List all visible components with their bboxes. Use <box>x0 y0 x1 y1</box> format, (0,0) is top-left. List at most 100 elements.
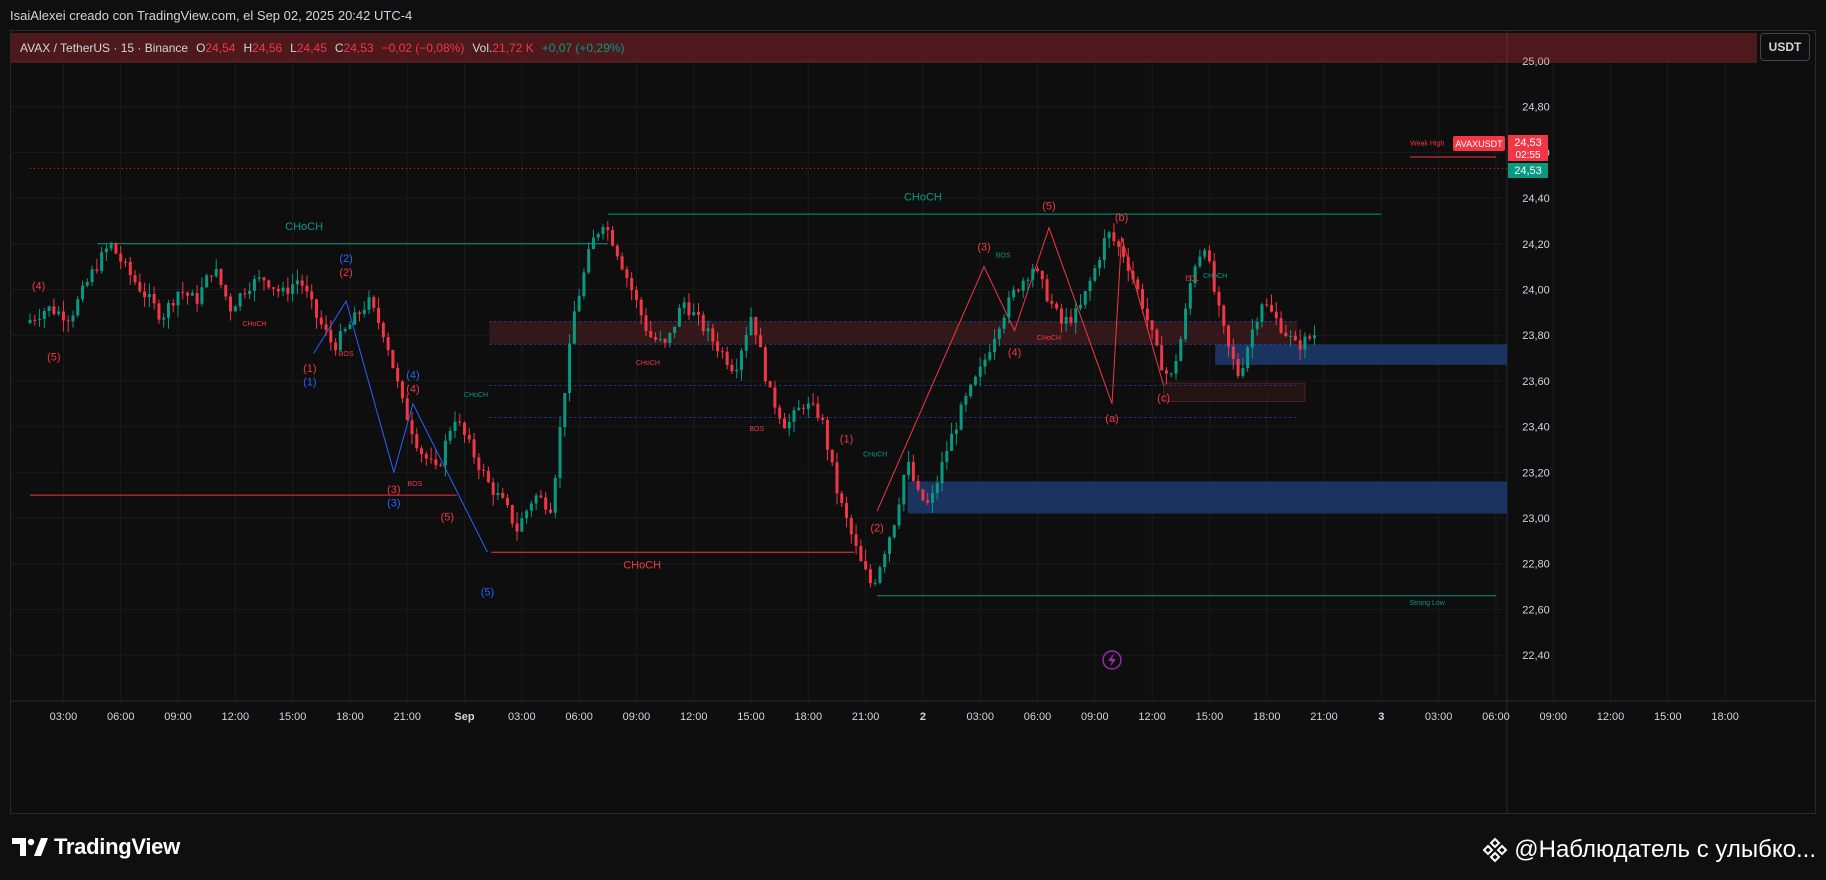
candle-body <box>1250 329 1254 348</box>
time-axis-label: 21:00 <box>1310 711 1338 723</box>
lightning-icon[interactable] <box>1102 650 1122 670</box>
candle-body <box>768 381 772 388</box>
candle-body <box>1069 316 1073 323</box>
candle-body <box>496 492 500 495</box>
candle-body <box>286 287 290 294</box>
candle-body <box>873 582 877 584</box>
supply-zone <box>489 321 1298 345</box>
time-axis-label: 03:00 <box>508 711 536 723</box>
candle-body <box>195 292 199 304</box>
chart-annotation: CHoCH <box>242 321 266 328</box>
candle-body <box>467 434 471 440</box>
chart-annotation: (a) <box>1105 413 1118 425</box>
candle-body <box>219 268 223 286</box>
tradingview-logo[interactable]: TradingView <box>12 834 180 860</box>
candle-body <box>835 462 839 494</box>
candle-body <box>701 314 705 332</box>
time-axis-label: 15:00 <box>737 711 765 723</box>
bid-price-value: 24,53 <box>1514 165 1542 177</box>
time-axis-label: 09:00 <box>1539 711 1567 723</box>
time-axis-label: 12:00 <box>1597 711 1625 723</box>
candlestick-chart[interactable]: (4)(5)CHoCH(2)(2)CHoCHBOS(1)(1)(4)(4)CHo… <box>10 30 1816 814</box>
chart-annotation: CHoCH <box>636 360 660 367</box>
time-axis-label: 18:00 <box>795 711 823 723</box>
candle-body <box>66 320 70 322</box>
elliott-wave-red <box>876 226 1165 512</box>
candle-body <box>587 249 591 273</box>
time-axis-label: 12:00 <box>680 711 708 723</box>
tradingview-logo-text: TradingView <box>54 834 180 859</box>
time-axis-label: 21:00 <box>852 711 880 723</box>
candle-body <box>1012 289 1016 298</box>
time-axis-label: 03:00 <box>1425 711 1453 723</box>
candle-body <box>529 503 533 511</box>
candle-body <box>424 454 428 459</box>
candle-body <box>1298 340 1302 350</box>
candle-body <box>1169 373 1173 375</box>
candle-body <box>548 509 552 513</box>
chart-annotation: (1) <box>840 434 853 446</box>
legend-volume-label: Vol. <box>472 41 493 55</box>
time-axis-label: 06:00 <box>107 711 135 723</box>
candle-body <box>1284 332 1288 336</box>
candle-body <box>763 347 767 382</box>
candle-body <box>739 350 743 370</box>
legend-close-label: C <box>334 41 344 55</box>
candle-body <box>95 269 99 271</box>
time-axis-label: Sep <box>454 711 474 723</box>
candle-body <box>606 227 610 231</box>
candle-body <box>315 299 318 318</box>
candle-body <box>133 275 137 283</box>
candle-body <box>1031 268 1035 280</box>
chart-annotation: (3) <box>387 484 400 496</box>
candle-body <box>1102 238 1106 261</box>
candle-body <box>1088 280 1092 292</box>
candle-body <box>577 295 581 312</box>
candle-body <box>1074 308 1078 323</box>
candle-body <box>171 303 175 306</box>
legend-change: −0,02 (−0,08%) <box>381 41 465 55</box>
candle-body <box>229 296 233 312</box>
candle-body <box>81 285 85 300</box>
chart-annotation: BOS <box>749 426 764 433</box>
candle-body <box>993 338 997 353</box>
chart-annotation: CHoCH <box>1037 335 1061 342</box>
legend-title[interactable]: AVAX / TetherUS · 15 · Binance <box>20 41 188 55</box>
chart-annotation: (b) <box>1115 212 1128 224</box>
candle-body <box>582 272 586 296</box>
candle-body <box>859 545 863 562</box>
candle-body <box>458 421 462 423</box>
candle-body <box>267 280 271 288</box>
candle-body <box>907 461 911 476</box>
candle-body <box>983 359 987 367</box>
candle-body <box>276 288 280 292</box>
candle-body <box>357 312 361 314</box>
candle-body <box>1303 336 1307 350</box>
candle-body <box>1217 291 1221 306</box>
time-axis-label: 06:00 <box>1024 711 1052 723</box>
currency-button[interactable]: USDT <box>1760 33 1810 61</box>
chart-annotation: CHoCH <box>285 221 323 233</box>
candle-body <box>1136 279 1140 290</box>
candle-body <box>959 404 963 430</box>
candle-body <box>825 419 829 450</box>
candle-body <box>353 312 357 325</box>
candle-body <box>1312 335 1316 339</box>
chart-annotation: CHoCH <box>904 191 942 203</box>
time-axis-label: 06:00 <box>565 711 593 723</box>
candle-body <box>147 293 151 298</box>
candle-body <box>486 470 490 483</box>
candle-body <box>1260 304 1264 322</box>
candle-body <box>754 316 758 336</box>
candle-body <box>405 398 409 421</box>
price-axis-label: 23,40 <box>1522 422 1550 434</box>
candle-body <box>692 312 696 316</box>
candle-body <box>1083 291 1087 305</box>
price-axis-label: 24,20 <box>1522 239 1550 251</box>
candle-body <box>1079 304 1082 309</box>
candle-body <box>281 287 285 292</box>
price-axis-label: 23,60 <box>1522 376 1550 388</box>
candle-body <box>1121 246 1125 257</box>
candle-body <box>935 483 939 494</box>
candle-body <box>396 367 400 382</box>
